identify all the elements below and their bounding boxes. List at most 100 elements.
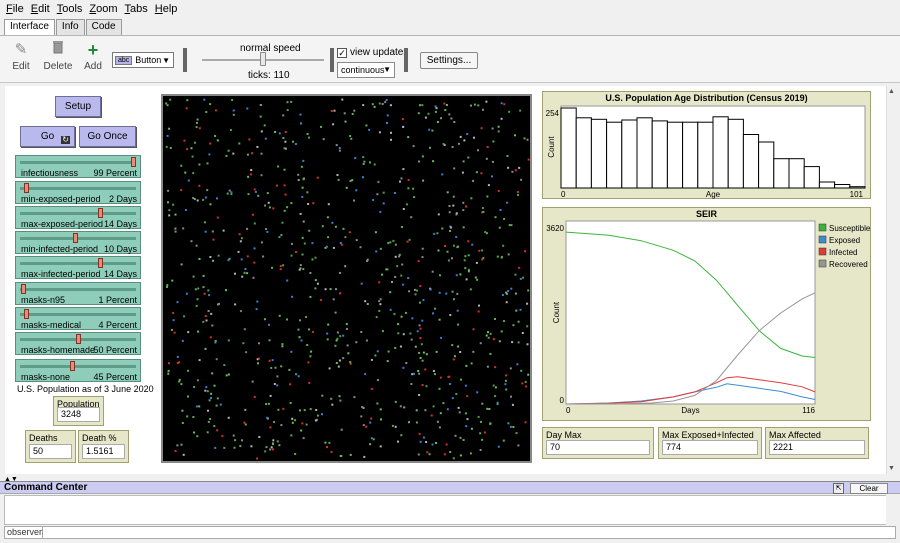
slider-handle[interactable]: [98, 208, 104, 218]
agent-dot: [421, 359, 424, 362]
slider-handle[interactable]: [70, 361, 76, 371]
slider-handle[interactable]: [98, 258, 104, 268]
agent-dot: [487, 336, 490, 339]
speed-slider-handle[interactable]: [260, 52, 266, 66]
tab-info[interactable]: Info: [55, 19, 85, 35]
histogram-bar: [575, 117, 592, 189]
update-mode-select[interactable]: continuous ▼: [337, 62, 395, 78]
agent-dot: [309, 272, 312, 274]
slider-track[interactable]: [20, 365, 136, 368]
histogram-bar: [758, 141, 775, 189]
tab-code[interactable]: Code: [85, 19, 122, 35]
agent-dot: [381, 330, 384, 333]
agent-dot: [418, 432, 421, 435]
slider-handle[interactable]: [21, 284, 27, 294]
scroll-up-icon[interactable]: ▲: [888, 88, 895, 95]
slider-label: min-infected-period: [21, 244, 99, 254]
slider-max-exposed-period[interactable]: max-exposed-period 14 Days: [15, 206, 141, 229]
view-updates-toggle[interactable]: ✓ view updates: [337, 47, 408, 58]
agent-dot: [271, 359, 274, 362]
widget-type-select[interactable]: abc Button ▼: [112, 52, 174, 68]
agent-dot: [345, 186, 348, 189]
slider-track[interactable]: [20, 187, 136, 190]
agent-dot: [243, 271, 246, 274]
slider-handle[interactable]: [24, 309, 30, 319]
agent-dot: [362, 104, 365, 107]
checkbox-checked-icon[interactable]: ✓: [337, 47, 347, 58]
menu-edit[interactable]: Edit: [31, 3, 50, 15]
agent-dot: [399, 180, 401, 183]
agent-dot: [334, 311, 337, 314]
tab-interface[interactable]: Interface: [4, 19, 55, 35]
menu-file[interactable]: File: [6, 3, 24, 15]
vertical-scrollbar[interactable]: ▲ ▼: [886, 86, 898, 474]
agent-dot: [465, 364, 468, 367]
menu-tabs[interactable]: Tabs: [125, 3, 148, 15]
slider-track[interactable]: [20, 161, 136, 164]
maximize-icon[interactable]: ⇱: [833, 483, 844, 494]
slider-masks-medical[interactable]: masks-medical 4 Percent: [15, 307, 141, 330]
slider-masks-none[interactable]: masks-none 45 Percent: [15, 359, 141, 382]
add-tool[interactable]: + Add: [77, 39, 109, 72]
agent-dot: [438, 426, 441, 429]
delete-tool[interactable]: Delete: [42, 39, 74, 72]
observer-label[interactable]: observer>: [5, 527, 47, 538]
go-button[interactable]: Go ↻: [20, 126, 75, 147]
agent-dot: [325, 245, 328, 248]
agent-dot: [521, 332, 524, 334]
agent-dot: [338, 147, 341, 149]
slider-infectiousness[interactable]: infectiousness 99 Percent: [15, 155, 141, 178]
menu-help[interactable]: Help: [155, 3, 178, 15]
agent-dot: [202, 198, 205, 201]
slider-handle[interactable]: [72, 233, 78, 243]
setup-button[interactable]: Setup: [55, 96, 101, 117]
slider-track[interactable]: [20, 288, 136, 291]
agent-dot: [238, 142, 241, 145]
agent-dot: [282, 264, 285, 267]
slider-masks-homemade[interactable]: masks-homemade 50 Percent: [15, 332, 141, 355]
slider-min-exposed-period[interactable]: min-exposed-period 2 Days: [15, 181, 141, 204]
slider-handle[interactable]: [130, 157, 136, 167]
agent-dot: [264, 318, 266, 321]
agent-dot: [435, 442, 437, 444]
agent-dot: [258, 342, 260, 345]
menu-tools[interactable]: Tools: [57, 3, 83, 15]
command-output-scrollbar[interactable]: [886, 495, 898, 525]
agent-dot: [278, 132, 281, 135]
toolbar-separator: [404, 48, 408, 72]
settings-button[interactable]: Settings...: [420, 52, 478, 69]
agent-dot: [243, 328, 246, 331]
agent-dot: [500, 102, 503, 105]
agent-dot: [443, 102, 446, 105]
slider-value: 99 Percent: [93, 168, 137, 178]
agent-dot: [491, 127, 494, 130]
agent-dot: [274, 366, 277, 369]
agent-dot: [316, 414, 319, 417]
agent-dot: [338, 149, 341, 152]
slider-masks-n95[interactable]: masks-n95 1 Percent: [15, 282, 141, 305]
age-distribution-plot: U.S. Population Age Distribution (Census…: [542, 91, 871, 199]
slider-track[interactable]: [20, 313, 136, 316]
world-view[interactable]: [161, 94, 532, 463]
slider-track[interactable]: [20, 212, 136, 215]
scroll-down-icon[interactable]: ▼: [888, 465, 895, 472]
slider-track[interactable]: [20, 237, 136, 240]
trash-icon: [42, 39, 74, 61]
menu-zoom[interactable]: Zoom: [89, 3, 117, 15]
agent-dot: [174, 227, 177, 230]
agent-dot: [205, 386, 208, 389]
slider-min-infected-period[interactable]: min-infected-period 10 Days: [15, 231, 141, 254]
agent-dot: [437, 213, 440, 216]
agent-dot: [184, 171, 187, 174]
clear-button[interactable]: Clear: [850, 483, 888, 494]
slider-handle[interactable]: [24, 183, 30, 193]
agent-dot: [240, 237, 243, 240]
go-once-button[interactable]: Go Once: [79, 126, 136, 147]
edit-tool[interactable]: ✎ Edit: [5, 39, 37, 72]
death-pct-monitor: Death % 1.5161: [78, 430, 129, 463]
slider-handle[interactable]: [76, 334, 81, 344]
agent-dot: [512, 324, 515, 327]
slider-max-infected-period[interactable]: max-infected-period 14 Days: [15, 256, 141, 279]
command-input[interactable]: [43, 527, 895, 538]
slider-track[interactable]: [20, 262, 136, 265]
